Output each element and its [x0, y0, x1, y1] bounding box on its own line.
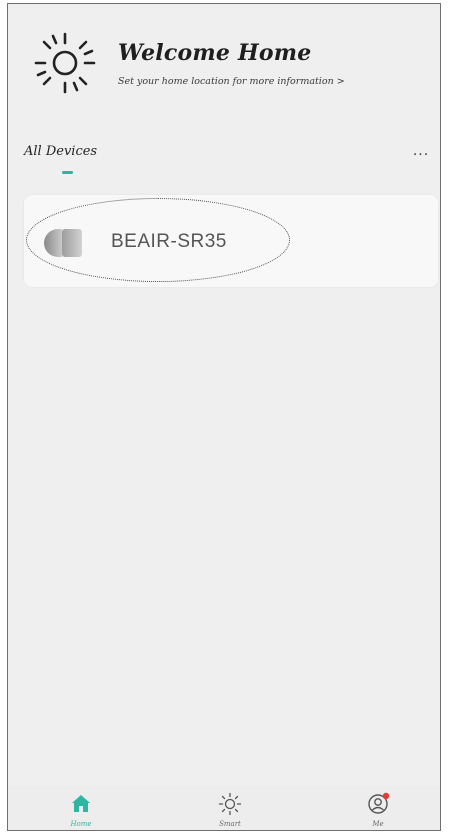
- sensor-device-icon: [44, 229, 82, 257]
- device-card[interactable]: BEAIR-SR35: [24, 195, 438, 287]
- tab-me-label: Me: [372, 820, 384, 828]
- home-icon: [72, 795, 90, 812]
- phone-screen: Welcome Home Set your home location for …: [7, 3, 441, 831]
- more-options-button[interactable]: ...: [408, 142, 434, 160]
- tab-all-devices[interactable]: All Devices: [24, 144, 97, 159]
- set-location-link[interactable]: Set your home location for more informat…: [118, 76, 345, 87]
- bottom-tab-bar: Home Smart Me: [8, 786, 440, 830]
- tab-smart[interactable]: Smart: [200, 786, 260, 830]
- tab-home-label: Home: [70, 820, 92, 828]
- tab-smart-label: Smart: [219, 820, 241, 828]
- notification-dot: [382, 792, 390, 800]
- active-tab-indicator: [62, 171, 73, 174]
- devices-section-header: All Devices ...: [8, 142, 440, 174]
- device-name: BEAIR-SR35: [111, 231, 227, 252]
- sun-icon: [218, 792, 242, 816]
- sun-icon: [34, 32, 96, 94]
- home-header: Welcome Home Set your home location for …: [8, 4, 440, 114]
- tab-me[interactable]: Me: [348, 786, 408, 830]
- page-title: Welcome Home: [118, 40, 312, 66]
- tab-home[interactable]: Home: [51, 786, 111, 830]
- profile-icon: [368, 792, 390, 814]
